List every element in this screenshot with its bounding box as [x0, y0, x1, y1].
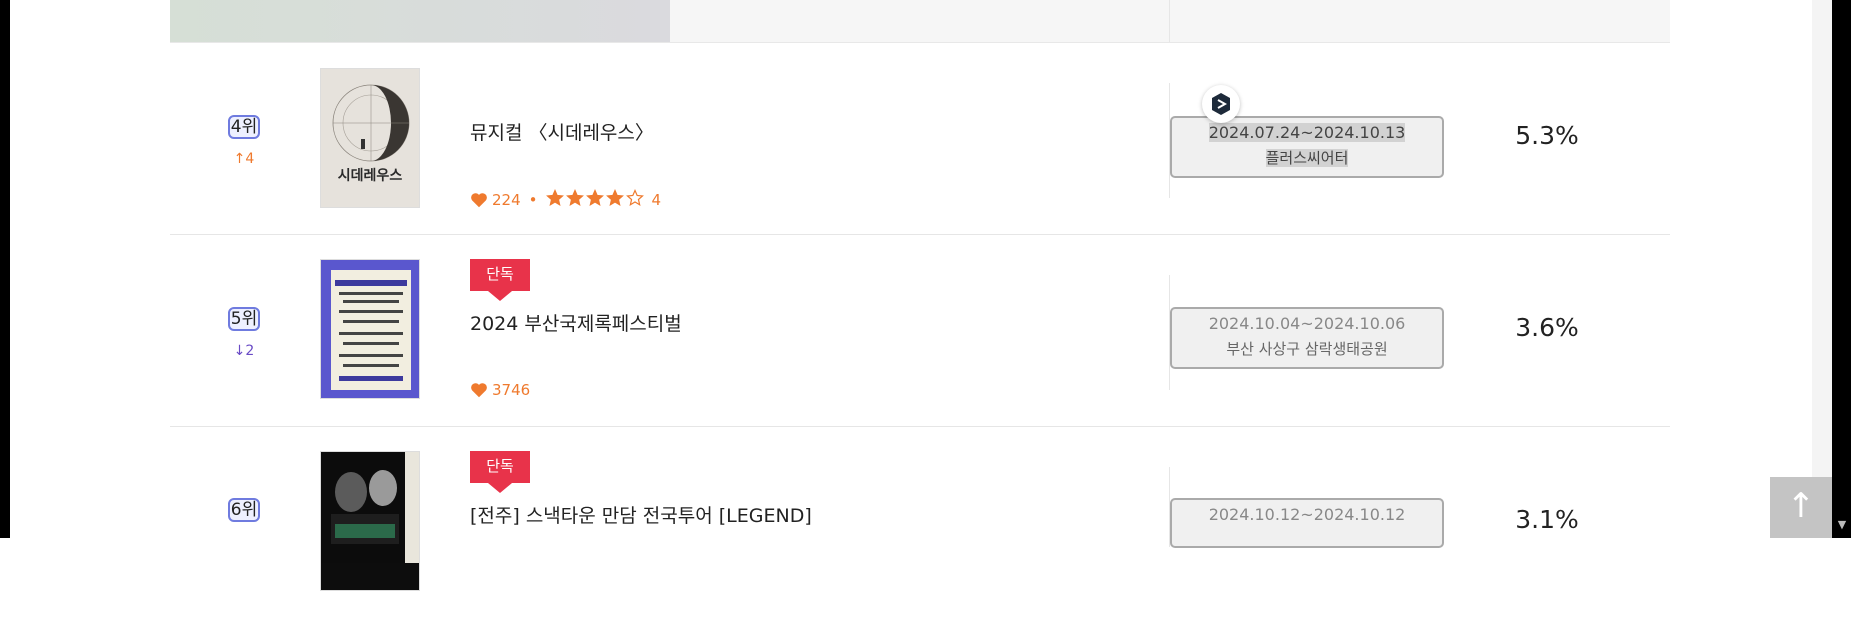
exclusive-badge-tip — [488, 291, 512, 301]
rating-value: 4 — [651, 191, 662, 209]
rank-change: ↓2 — [233, 343, 255, 359]
separator-dot: • — [528, 191, 538, 209]
performance-title[interactable]: 2024 부산국제록페스티벌 — [470, 309, 682, 336]
table-header — [170, 0, 1670, 43]
star-rating — [545, 189, 646, 211]
star-icon — [585, 189, 604, 206]
performance-title[interactable]: 뮤지컬 〈시데레우스〉 — [470, 118, 654, 145]
venue-name: 부산 사상구 삼락생태공원 — [1226, 340, 1388, 358]
star-icon — [545, 189, 564, 206]
venue-name: 플러스씨어터 — [1265, 149, 1349, 167]
scroll-down-icon[interactable]: ▼ — [1835, 518, 1849, 532]
assistant-badge-icon[interactable] — [1202, 85, 1240, 123]
arrow-up-icon: ↑ — [1786, 486, 1816, 526]
period-dates: 2024.10.04~2024.10.06 — [1208, 314, 1406, 333]
period-dates: 2024.07.24~2024.10.13 — [1208, 123, 1406, 142]
heart-icon — [471, 193, 487, 208]
poster-image[interactable]: 시데레우스 — [320, 68, 420, 208]
poster-title: 시데레우스 — [337, 168, 403, 184]
rating-meta: 224 • 4 — [470, 189, 661, 211]
poster-image[interactable] — [320, 259, 420, 399]
scroll-to-top-button[interactable]: ↑ — [1770, 477, 1832, 538]
exclusive-label: 단독 — [470, 259, 530, 291]
poster-artwork — [321, 452, 419, 563]
right-edge — [1832, 0, 1851, 538]
exclusive-badge-tip — [488, 483, 512, 493]
heart-icon — [471, 383, 487, 398]
share-rate: 5.3% — [1515, 121, 1579, 150]
share-rate: 3.1% — [1515, 505, 1579, 534]
poster-image[interactable] — [320, 451, 420, 591]
poster-artwork — [321, 69, 419, 207]
header-cell-blank — [670, 0, 1170, 42]
share-rate: 3.6% — [1515, 313, 1579, 342]
like-count: 3746 — [492, 381, 531, 399]
header-cell-info — [170, 0, 670, 42]
exclusive-label: 단독 — [470, 451, 530, 483]
assistant-glyph — [1212, 93, 1230, 115]
period-box: 2024.10.12~2024.10.12 — [1170, 498, 1444, 548]
left-edge — [0, 0, 10, 538]
header-cell-period — [1170, 0, 1670, 42]
star-icon — [605, 189, 624, 206]
performance-title[interactable]: [전주] 스낵타운 만담 전국투어 [LEGEND] — [470, 501, 812, 528]
table-row[interactable]: 4위 ↑4 시데레우스 뮤지컬 〈시데레우스〉 224 • 4 2024.07.… — [170, 43, 1670, 235]
table-row[interactable]: 5위 ↓2 단독 2024 부산국제록페스티벌 3746 2024.10.04~… — [170, 235, 1670, 427]
period-box: 2024.07.24~2024.10.13 플러스씨어터 — [1170, 116, 1444, 178]
rating-meta: 3746 — [470, 381, 530, 399]
like-count: 224 — [492, 191, 521, 209]
period-dates: 2024.10.12~2024.10.12 — [1208, 505, 1406, 524]
star-outline-icon — [625, 189, 644, 206]
period-box: 2024.10.04~2024.10.06 부산 사상구 삼락생태공원 — [1170, 307, 1444, 369]
scrollbar-track[interactable] — [1812, 0, 1832, 538]
rank-badge: 6위 — [228, 498, 260, 522]
star-icon — [565, 189, 584, 206]
rank-change: ↑4 — [233, 151, 255, 167]
rank-badge: 5위 — [228, 307, 260, 331]
table-row[interactable]: 6위 단독 [전주] 스낵타운 만담 전국투어 [LEGEND] 2024.10… — [170, 427, 1670, 618]
exclusive-badge: 단독 — [470, 259, 530, 303]
exclusive-badge: 단독 — [470, 451, 530, 495]
poster-artwork — [321, 260, 419, 398]
rank-badge: 4위 — [228, 115, 260, 139]
